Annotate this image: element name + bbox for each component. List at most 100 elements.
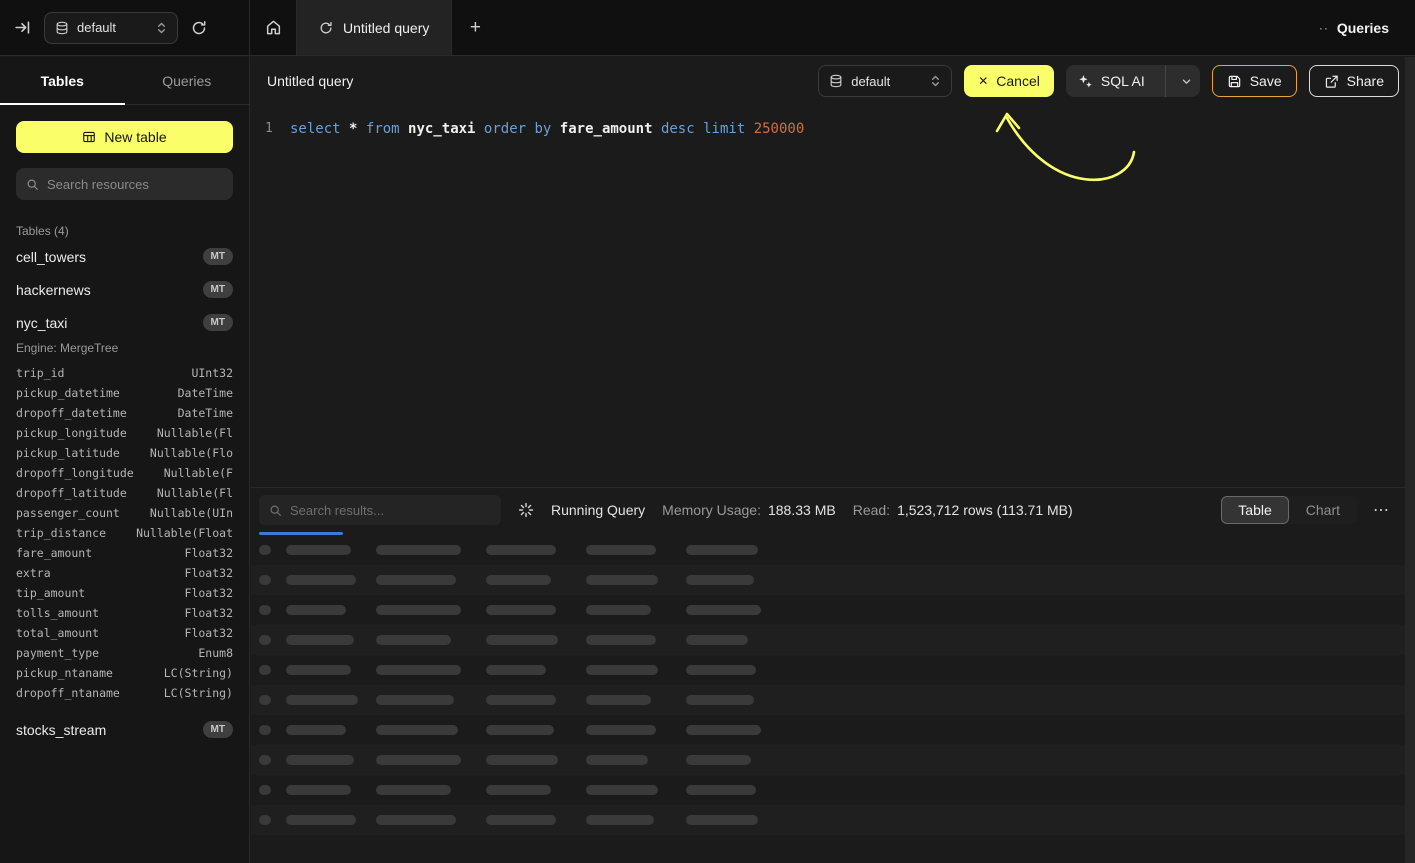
skeleton-bar — [259, 635, 271, 645]
sql-editor[interactable]: 1 select * from nyc_taxi order by fare_a… — [251, 105, 1415, 139]
skeleton-bar — [686, 575, 754, 585]
skeleton-bar — [586, 605, 651, 615]
queries-icon: ·· — [1319, 21, 1329, 35]
tab-untitled-query[interactable]: Untitled query — [296, 0, 452, 55]
sql-code[interactable]: select * from nyc_taxi order by fare_amo… — [290, 119, 804, 139]
table-row-nyc_taxi[interactable]: nyc_taxiMT — [16, 306, 233, 339]
skeleton-row — [251, 715, 1415, 745]
skeleton-row — [251, 625, 1415, 655]
cancel-button[interactable]: ✕ Cancel — [964, 65, 1054, 97]
line-number: 1 — [251, 119, 275, 139]
skeleton-bar — [286, 755, 354, 765]
share-button[interactable]: Share — [1309, 65, 1399, 97]
skeleton-bar — [686, 785, 756, 795]
home-button[interactable] — [265, 19, 282, 36]
new-tab-button[interactable]: + — [452, 0, 498, 55]
results-search-input[interactable] — [290, 503, 491, 518]
query-actions: default ✕ Cancel SQL AI — [818, 65, 1399, 97]
read-stat: Read: 1,523,712 rows (113.71 MB) — [853, 502, 1073, 518]
column-type: Nullable(Float — [136, 526, 233, 540]
collapse-sidebar-icon[interactable] — [14, 19, 31, 36]
skeleton-row — [251, 535, 1415, 565]
sql-ai-label: SQL AI — [1101, 73, 1145, 89]
save-label: Save — [1250, 73, 1282, 89]
skeleton-bar — [586, 665, 658, 675]
column-type: Nullable(Flo — [150, 446, 233, 460]
sql-token — [341, 121, 349, 137]
column-type: DateTime — [178, 386, 233, 400]
sidebar-tab-tables[interactable]: Tables — [0, 57, 125, 104]
skeleton-bar — [376, 755, 461, 765]
sparkle-icon — [1078, 74, 1093, 89]
table-item: nyc_taxiMTEngine: MergeTreetrip_idUInt32… — [16, 306, 233, 703]
table-item: hackernewsMT — [16, 273, 233, 306]
sql-ai-main[interactable]: SQL AI — [1066, 65, 1157, 97]
memory-usage-label: Memory Usage: — [662, 502, 761, 518]
query-header: Untitled query default ✕ Cancel — [251, 57, 1415, 105]
skeleton-bar — [686, 665, 756, 675]
resource-search-input[interactable] — [47, 177, 223, 192]
sql-token: fare_amount — [560, 121, 653, 137]
column-row: tolls_amountFloat32 — [16, 603, 233, 623]
share-icon — [1324, 74, 1339, 89]
column-row: dropoff_longitudeNullable(F — [16, 463, 233, 483]
table-row-stocks_stream[interactable]: stocks_streamMT — [16, 713, 233, 746]
table-grid-icon — [82, 130, 96, 144]
sidebar-tab-queries[interactable]: Queries — [125, 57, 250, 104]
view-toggle-chart[interactable]: Chart — [1289, 496, 1357, 524]
column-name: pickup_longitude — [16, 426, 127, 440]
sql-token: nyc_taxi — [408, 121, 475, 137]
skeleton-bar — [286, 815, 356, 825]
skeleton-bar — [286, 575, 356, 585]
sql-ai-button[interactable]: SQL AI — [1066, 65, 1200, 97]
skeleton-bar — [586, 635, 656, 645]
engine-badge: MT — [203, 314, 233, 331]
view-toggle: Table Chart — [1221, 496, 1357, 524]
engine-badge: MT — [203, 281, 233, 298]
refresh-icon[interactable] — [191, 20, 207, 36]
skeleton-row — [251, 655, 1415, 685]
column-name: fare_amount — [16, 546, 92, 560]
skeleton-bar — [259, 545, 271, 555]
skeleton-bar — [286, 725, 346, 735]
skeleton-bar — [486, 575, 551, 585]
skeleton-bar — [586, 575, 658, 585]
column-name: payment_type — [16, 646, 99, 660]
column-row: trip_idUInt32 — [16, 363, 233, 383]
table-item: stocks_streamMT — [16, 713, 233, 746]
column-row: tip_amountFloat32 — [16, 583, 233, 603]
skeleton-bar — [259, 725, 271, 735]
sql-token: from — [366, 121, 400, 137]
app-root: default Untitled query + — [0, 0, 1415, 863]
sql-token: order by — [484, 121, 551, 137]
column-name: extra — [16, 566, 51, 580]
column-row: dropoff_latitudeNullable(Fl — [16, 483, 233, 503]
table-row-hackernews[interactable]: hackernewsMT — [16, 273, 233, 306]
view-toggle-table[interactable]: Table — [1221, 496, 1288, 524]
skeleton-bar — [486, 755, 558, 765]
skeleton-bar — [376, 635, 451, 645]
chevron-down-icon[interactable] — [1174, 65, 1200, 97]
more-options-button[interactable]: ⋯ — [1373, 500, 1389, 520]
database-selector[interactable]: default — [44, 12, 178, 44]
results-toolbar: Running Query Memory Usage: 188.33 MB Re… — [251, 488, 1415, 532]
table-item: cell_towersMT — [16, 240, 233, 273]
skeleton-bar — [486, 815, 556, 825]
new-table-button[interactable]: New table — [16, 121, 233, 153]
skeleton-bar — [586, 755, 648, 765]
memory-usage-stat: Memory Usage: 188.33 MB — [662, 502, 836, 518]
skeleton-bar — [486, 725, 554, 735]
skeleton-bar — [686, 725, 761, 735]
column-type: DateTime — [178, 406, 233, 420]
sql-token — [475, 121, 483, 137]
scrollbar[interactable] — [1405, 57, 1415, 863]
skeleton-bar — [286, 665, 351, 675]
skeleton-bar — [376, 665, 461, 675]
table-row-cell_towers[interactable]: cell_towersMT — [16, 240, 233, 273]
results-search — [259, 495, 501, 525]
query-database-selector[interactable]: default — [818, 65, 952, 97]
queries-link[interactable]: Queries — [1337, 20, 1389, 36]
column-name: passenger_count — [16, 506, 120, 520]
save-button[interactable]: Save — [1212, 65, 1297, 97]
column-type: Nullable(Fl — [157, 426, 233, 440]
